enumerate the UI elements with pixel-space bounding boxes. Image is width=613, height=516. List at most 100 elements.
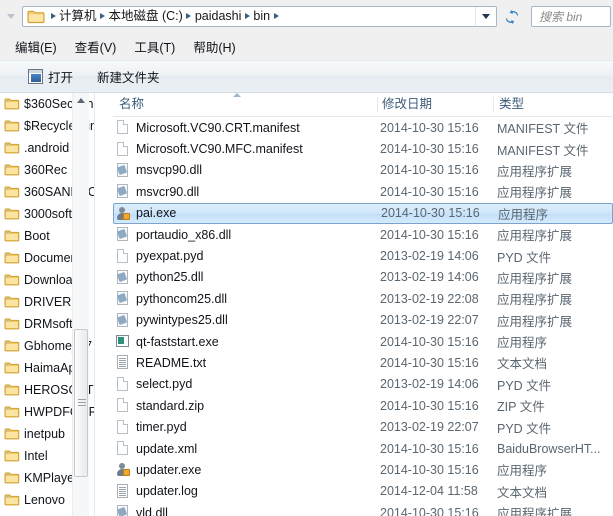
dll-file-icon	[115, 312, 131, 329]
refresh-button[interactable]	[499, 6, 525, 27]
file-row[interactable]: pywintypes25.dll 2013-02-19 22:07 应用程序扩展	[113, 310, 613, 331]
menu-bar: 编辑(E) 查看(V) 工具(T) 帮助(H)	[0, 33, 613, 60]
file-row[interactable]: python25.dll 2013-02-19 14:06 应用程序扩展	[113, 267, 613, 288]
folder-icon	[4, 493, 20, 507]
file-name: Microsoft.VC90.MFC.manifest	[136, 142, 303, 157]
file-name-cell: updater.exe	[115, 461, 377, 478]
scroll-up-button[interactable]	[73, 93, 89, 108]
breadcrumb: 计算机 本地磁盘 (C:) paidashi bin	[48, 7, 475, 26]
file-row[interactable]: portaudio_x86.dll 2014-10-30 15:16 应用程序扩展	[113, 224, 613, 245]
file-name: msvcp90.dll	[136, 163, 202, 178]
file-row[interactable]: Microsoft.VC90.MFC.manifest 2014-10-30 15…	[113, 138, 613, 159]
folder-icon	[4, 141, 20, 155]
file-type: 应用程序	[497, 336, 548, 351]
open-file-icon	[28, 69, 43, 84]
file-date: 2013-02-19 14:06	[380, 270, 479, 285]
file-name-cell: qt-faststart.exe	[115, 333, 377, 350]
file-list-pane: 名称 修改日期 类型 Microsoft.VC90.CRT.manifest 20…	[113, 93, 613, 516]
file-row[interactable]: standard.zip 2014-10-30 15:16 ZIP 文件	[113, 395, 613, 416]
blank-file-icon	[115, 141, 131, 158]
file-row[interactable]: README.txt 2014-10-30 15:16 文本文档	[113, 352, 613, 373]
chevron-down-icon	[482, 14, 490, 19]
file-row[interactable]: qt-faststart.exe 2014-10-30 15:16 应用程序	[113, 331, 613, 352]
file-date: 2013-02-19 14:06	[380, 249, 479, 264]
chevron-up-icon	[77, 98, 85, 103]
search-placeholder: 搜索 bin	[539, 10, 583, 24]
sidebar-item-label: Boot	[24, 229, 50, 243]
folder-icon	[4, 383, 20, 397]
breadcrumb-item-3[interactable]: bin	[252, 7, 271, 26]
command-toolbar: 打开 新建文件夹	[0, 60, 613, 93]
file-row[interactable]: pythoncom25.dll 2013-02-19 22:08 应用程序扩展	[113, 288, 613, 309]
text-file-icon	[115, 483, 131, 500]
folder-icon	[4, 273, 20, 287]
open-button[interactable]: 打开	[28, 67, 73, 86]
file-name: python25.dll	[136, 270, 204, 285]
file-name: portaudio_x86.dll	[136, 227, 232, 242]
menu-item-help[interactable]: 帮助(H)	[184, 34, 244, 59]
new-folder-button[interactable]: 新建文件夹	[97, 67, 160, 86]
file-row[interactable]: pai.exe 2014-10-30 15:16 应用程序	[113, 202, 613, 224]
sidebar-item-label: 3000soft	[24, 207, 72, 221]
new-folder-button-label: 新建文件夹	[97, 71, 160, 85]
file-type: 应用程序	[498, 207, 549, 222]
file-type: PYD 文件	[497, 378, 552, 393]
menu-item-view[interactable]: 查看(V)	[66, 34, 126, 59]
file-name-cell: pyexpat.pyd	[115, 248, 377, 265]
file-type: 应用程序扩展	[497, 164, 573, 179]
column-header-type[interactable]: 类型	[499, 93, 524, 116]
file-date: 2014-10-30 15:16	[380, 355, 479, 370]
blank-file-icon	[115, 419, 131, 436]
column-header-date[interactable]: 修改日期	[382, 93, 432, 116]
file-row[interactable]: pyexpat.pyd 2013-02-19 14:06 PYD 文件	[113, 245, 613, 266]
file-row[interactable]: updater.log 2014-12-04 11:58 文本文档	[113, 481, 613, 502]
breadcrumb-separator	[48, 7, 58, 26]
folder-icon	[4, 251, 20, 265]
file-name: timer.pyd	[136, 420, 187, 435]
file-type: 应用程序扩展	[497, 293, 573, 308]
file-row[interactable]: vld.dll 2014-10-30 15:16 应用程序扩展	[113, 502, 613, 516]
column-divider[interactable]	[377, 97, 378, 112]
file-type: PYD 文件	[497, 421, 552, 436]
breadcrumb-item-2[interactable]: paidashi	[194, 7, 243, 26]
file-date: 2014-10-30 15:16	[381, 206, 480, 221]
file-date: 2014-10-30 15:16	[380, 142, 479, 157]
address-bar[interactable]: 计算机 本地磁盘 (C:) paidashi bin	[22, 6, 497, 27]
blank-file-icon	[115, 397, 131, 414]
folder-icon	[4, 449, 20, 463]
file-name: update.xml	[136, 441, 198, 456]
file-row[interactable]: msvcr90.dll 2014-10-30 15:16 应用程序扩展	[113, 181, 613, 202]
back-history-caret[interactable]	[0, 0, 22, 33]
pane-splitter[interactable]	[94, 93, 95, 516]
file-rows: Microsoft.VC90.CRT.manifest 2014-10-30 15…	[113, 117, 613, 516]
menu-item-tools[interactable]: 工具(T)	[125, 34, 184, 59]
file-name: Microsoft.VC90.CRT.manifest	[136, 120, 300, 135]
file-date: 2014-10-30 15:16	[380, 462, 479, 477]
folder-icon	[4, 185, 20, 199]
file-name: standard.zip	[136, 398, 205, 413]
dll-file-icon	[115, 183, 131, 200]
menu-item-edit[interactable]: 编辑(E)	[6, 34, 66, 59]
file-type: MANIFEST 文件	[497, 143, 589, 158]
scrollbar-thumb[interactable]	[74, 329, 88, 477]
folder-icon	[4, 361, 20, 375]
file-row[interactable]: msvcp90.dll 2014-10-30 15:16 应用程序扩展	[113, 160, 613, 181]
navigation-pane: $360Section $Recycle.Bin .android 360Rec 360…	[0, 93, 95, 516]
file-type: 应用程序扩展	[497, 314, 573, 329]
file-type: ZIP 文件	[497, 400, 545, 415]
breadcrumb-item-1[interactable]: 本地磁盘 (C:)	[108, 7, 184, 26]
file-name-cell: Microsoft.VC90.CRT.manifest	[115, 119, 377, 136]
column-divider[interactable]	[493, 97, 494, 112]
file-row[interactable]: select.pyd 2013-02-19 14:06 PYD 文件	[113, 374, 613, 395]
breadcrumb-item-0[interactable]: 计算机	[58, 7, 98, 26]
file-row[interactable]: update.xml 2014-10-30 15:16 BaiduBrowserHT…	[113, 438, 613, 459]
file-row[interactable]: Microsoft.VC90.CRT.manifest 2014-10-30 15…	[113, 117, 613, 138]
navigation-scrollbar[interactable]	[72, 93, 89, 516]
address-dropdown-button[interactable]	[475, 7, 496, 26]
file-row[interactable]: updater.exe 2014-10-30 15:16 应用程序	[113, 459, 613, 480]
column-header-name[interactable]: 名称	[119, 93, 144, 116]
file-date: 2013-02-19 22:07	[380, 420, 479, 435]
file-row[interactable]: timer.pyd 2013-02-19 22:07 PYD 文件	[113, 416, 613, 437]
search-input[interactable]: 搜索 bin	[531, 6, 611, 27]
folder-icon	[4, 163, 20, 177]
